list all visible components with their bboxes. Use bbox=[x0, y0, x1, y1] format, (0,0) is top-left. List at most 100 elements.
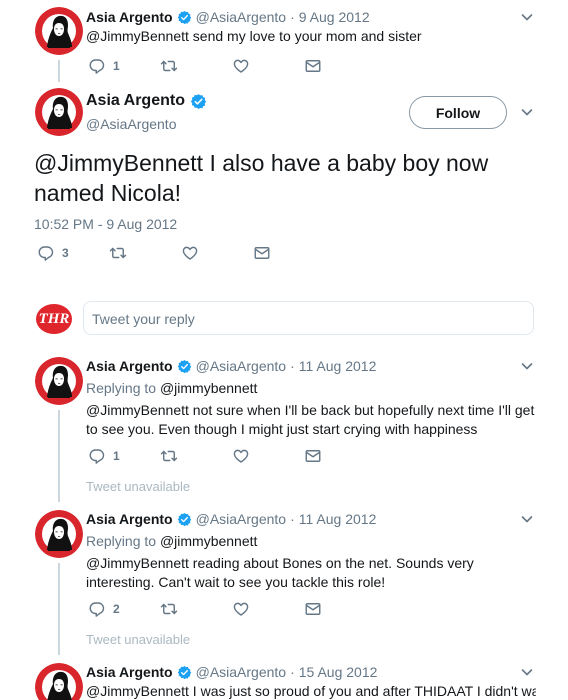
caret-down-icon[interactable] bbox=[519, 104, 535, 120]
tweet-text: @JimmyBennett reading about Bones on the… bbox=[86, 555, 474, 590]
tweet-text: @JimmyBennett send my love to your mom a… bbox=[86, 28, 422, 44]
tweet-text: @JimmyBennett not sure when I'll be back… bbox=[86, 402, 535, 437]
tweet-date[interactable]: 11 Aug 2012 bbox=[299, 511, 377, 527]
reply-button[interactable]: 1 bbox=[88, 447, 160, 465]
retweet-icon bbox=[160, 600, 178, 618]
retweet-button[interactable] bbox=[160, 447, 232, 465]
thread-line bbox=[58, 410, 60, 502]
main-author-name-line: Asia Argento bbox=[86, 92, 211, 110]
tweet-text: @JimmyBennett I was just so proud of you… bbox=[86, 683, 536, 699]
thread-line bbox=[58, 60, 60, 82]
like-icon bbox=[232, 57, 250, 75]
reply-icon bbox=[37, 244, 55, 262]
tweet-actions: 1 bbox=[88, 57, 376, 75]
dm-icon bbox=[304, 57, 322, 75]
avatar-image bbox=[35, 357, 83, 405]
reply-count: 1 bbox=[113, 449, 120, 463]
avatar[interactable] bbox=[35, 88, 83, 136]
tweet-unavailable: Tweet unavailable bbox=[86, 632, 191, 647]
author-name[interactable]: Asia Argento bbox=[86, 511, 173, 527]
separator-dot: · bbox=[290, 664, 295, 680]
retweet-button[interactable] bbox=[160, 57, 232, 75]
follow-button[interactable]: Follow bbox=[409, 96, 507, 129]
avatar-image bbox=[35, 7, 83, 55]
author-handle[interactable]: @AsiaArgento bbox=[196, 358, 286, 374]
dm-button[interactable] bbox=[304, 600, 376, 618]
reply-button[interactable]: 1 bbox=[88, 57, 160, 75]
avatar-image bbox=[35, 510, 83, 558]
retweet-button[interactable] bbox=[109, 244, 181, 262]
avatar-image bbox=[35, 663, 83, 700]
separator-dot: · bbox=[290, 511, 295, 527]
caret-down-icon[interactable] bbox=[519, 664, 535, 680]
avatar[interactable] bbox=[35, 357, 83, 405]
reply-button[interactable]: 3 bbox=[37, 244, 109, 262]
reply-icon bbox=[88, 600, 106, 618]
reply-count: 2 bbox=[113, 602, 120, 616]
tweet-date[interactable]: 9 Aug 2012 bbox=[299, 9, 370, 25]
reply-count: 3 bbox=[62, 246, 69, 260]
author-handle[interactable]: @AsiaArgento bbox=[196, 511, 286, 527]
main-author-handle[interactable]: @AsiaArgento bbox=[86, 116, 176, 132]
author-name[interactable]: Asia Argento bbox=[86, 9, 173, 25]
tweet-header: Asia Argento @AsiaArgento · 9 Aug 2012 bbox=[86, 9, 370, 25]
current-user-avatar[interactable]: THR bbox=[36, 304, 72, 334]
main-timestamp[interactable]: 10:52 PM - 9 Aug 2012 bbox=[34, 216, 177, 232]
avatar-image bbox=[35, 88, 83, 136]
like-icon bbox=[232, 447, 250, 465]
dm-button[interactable] bbox=[304, 57, 376, 75]
author-name[interactable]: Asia Argento bbox=[86, 664, 173, 680]
replying-to-link[interactable]: @jimmybennett bbox=[160, 380, 257, 396]
verified-icon bbox=[177, 512, 192, 527]
retweet-icon bbox=[109, 244, 127, 262]
retweet-button[interactable] bbox=[160, 600, 232, 618]
replying-prefix: Replying to bbox=[86, 533, 157, 549]
separator-dot: · bbox=[290, 358, 295, 374]
like-button[interactable] bbox=[232, 57, 304, 75]
verified-icon bbox=[177, 10, 192, 25]
replying-to: Replying to @jimmybennett bbox=[86, 533, 257, 549]
tweet-actions: 1 bbox=[88, 447, 376, 465]
like-button[interactable] bbox=[232, 600, 304, 618]
author-name[interactable]: Asia Argento bbox=[86, 358, 173, 374]
dm-icon bbox=[304, 600, 322, 618]
tweet-date[interactable]: 11 Aug 2012 bbox=[299, 358, 377, 374]
caret-down-icon[interactable] bbox=[519, 511, 535, 527]
replying-to-link[interactable]: @jimmybennett bbox=[160, 533, 257, 549]
reply-icon bbox=[88, 57, 106, 75]
like-button[interactable] bbox=[181, 244, 253, 262]
author-handle[interactable]: @AsiaArgento bbox=[196, 664, 286, 680]
avatar[interactable] bbox=[35, 663, 83, 700]
author-handle[interactable]: @AsiaArgento bbox=[196, 9, 286, 25]
replying-prefix: Replying to bbox=[86, 380, 157, 396]
dm-button[interactable] bbox=[304, 447, 376, 465]
separator-dot: · bbox=[290, 9, 295, 25]
tweet-header: Asia Argento @AsiaArgento · 15 Aug 2012 bbox=[86, 664, 377, 680]
verified-icon bbox=[177, 665, 192, 680]
like-icon bbox=[181, 244, 199, 262]
like-button[interactable] bbox=[232, 447, 304, 465]
main-author-name[interactable]: Asia Argento bbox=[86, 92, 185, 110]
like-icon bbox=[232, 600, 250, 618]
retweet-icon bbox=[160, 447, 178, 465]
retweet-icon bbox=[160, 57, 178, 75]
thread-line bbox=[58, 563, 60, 655]
reply-button[interactable]: 2 bbox=[88, 600, 160, 618]
main-tweet-text: @JimmyBennett I also have a baby boy now… bbox=[34, 150, 489, 206]
verified-icon bbox=[177, 359, 192, 374]
tweet-actions: 2 bbox=[88, 600, 376, 618]
caret-down-icon[interactable] bbox=[519, 358, 535, 374]
dm-button[interactable] bbox=[253, 244, 325, 262]
reply-input[interactable]: Tweet your reply bbox=[83, 301, 534, 335]
tweet-date[interactable]: 15 Aug 2012 bbox=[299, 664, 378, 680]
dm-icon bbox=[304, 447, 322, 465]
caret-down-icon[interactable] bbox=[519, 9, 535, 25]
avatar[interactable] bbox=[35, 510, 83, 558]
avatar[interactable] bbox=[35, 7, 83, 55]
dm-icon bbox=[253, 244, 271, 262]
tweet-unavailable: Tweet unavailable bbox=[86, 479, 191, 494]
replying-to: Replying to @jimmybennett bbox=[86, 380, 257, 396]
main-tweet-actions: 3 bbox=[37, 244, 325, 262]
tweet-header: Asia Argento @AsiaArgento · 11 Aug 2012 bbox=[86, 511, 376, 527]
reply-icon bbox=[88, 447, 106, 465]
